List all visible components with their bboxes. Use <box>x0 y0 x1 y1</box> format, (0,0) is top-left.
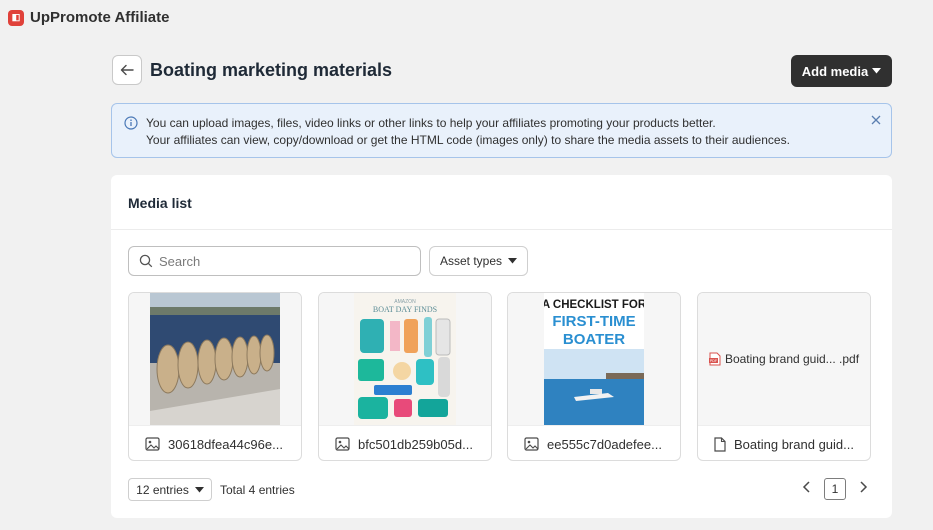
media-list-title: Media list <box>128 195 192 211</box>
first-time-boater-image: A CHECKLIST FOR FIRST-TIME BOATER <box>544 293 644 425</box>
media-item-name: bfc501db259b05d... <box>358 436 473 452</box>
info-banner: You can upload images, files, video link… <box>111 103 892 158</box>
search-field[interactable] <box>128 246 421 276</box>
media-item-name: ee555c7d0adefee... <box>547 436 662 452</box>
media-thumbnail[interactable] <box>129 293 301 425</box>
add-media-label: Add media <box>801 63 869 79</box>
total-entries-text: Total 4 entries <box>220 483 295 497</box>
pdf-file-name: Boating brand guid... .pdf <box>724 352 860 366</box>
divider <box>111 229 892 230</box>
info-icon <box>124 116 138 130</box>
search-input[interactable] <box>159 253 399 269</box>
arrow-left-icon <box>120 64 134 76</box>
asset-types-label: Asset types <box>439 254 503 268</box>
file-icon <box>714 436 726 452</box>
search-icon <box>139 254 153 268</box>
media-item[interactable]: AMAZON BOAT DAY FINDS bfc501db259b05d... <box>318 292 492 461</box>
banner-text-line-2: Your affiliates can view, copy/download … <box>146 133 790 147</box>
media-thumbnail[interactable]: PDF Boating brand guid... .pdf <box>698 293 870 425</box>
media-item-name-row: 30618dfea44c96e... <box>129 425 301 460</box>
page-title: Boating marketing materials <box>150 60 393 80</box>
asset-types-dropdown[interactable]: Asset types <box>429 246 528 276</box>
media-item-name-row: ee555c7d0adefee... <box>508 425 680 460</box>
svg-text:PDF: PDF <box>710 359 718 363</box>
caret-down-icon <box>872 68 882 74</box>
uppromote-logo-icon: ◧ <box>8 9 24 26</box>
media-thumbnail[interactable]: A CHECKLIST FOR FIRST-TIME BOATER <box>508 293 680 425</box>
thumb-text-first-time: FIRST-TIME <box>552 313 635 330</box>
add-media-button[interactable]: Add media <box>791 55 892 87</box>
image-icon <box>145 437 160 451</box>
media-item[interactable]: PDF Boating brand guid... .pdf Boating b… <box>697 292 871 461</box>
media-thumbnail[interactable]: AMAZON BOAT DAY FINDS <box>319 293 491 425</box>
boat-fenders-image <box>150 293 280 425</box>
thumb-text-boater: BOATER <box>563 331 625 348</box>
app-title: UpPromote Affiliate <box>30 9 170 26</box>
thumb-text-checklist: A CHECKLIST FOR <box>544 299 644 311</box>
caret-down-icon <box>194 486 204 492</box>
media-item-name: Boating brand guid... <box>734 436 854 452</box>
media-item[interactable]: 30618dfea44c96e... <box>128 292 302 461</box>
image-icon <box>335 437 350 451</box>
media-item-name: 30618dfea44c96e... <box>168 436 283 452</box>
back-button[interactable] <box>112 55 142 85</box>
app-header: ◧ UpPromote Affiliate <box>8 9 169 26</box>
chevron-left-icon[interactable] <box>801 480 813 494</box>
media-list-card: Media list Asset types <box>111 175 892 518</box>
pdf-file-label: PDF Boating brand guid... .pdf <box>708 352 860 366</box>
pdf-icon: PDF <box>708 352 721 366</box>
image-icon <box>524 437 539 451</box>
banner-text-line-1: You can upload images, files, video link… <box>146 116 716 130</box>
entries-per-page-select[interactable]: 12 entries <box>128 478 212 501</box>
caret-down-icon <box>508 258 518 264</box>
thumb-text-boat-day-finds: BOAT DAY FINDS <box>373 305 437 314</box>
page-number[interactable]: 1 <box>824 478 846 500</box>
media-item-name-row: Boating brand guid... <box>698 425 870 460</box>
close-icon[interactable] <box>870 114 882 126</box>
boat-day-finds-image: AMAZON BOAT DAY FINDS <box>354 293 456 425</box>
chevron-right-icon[interactable] <box>857 480 869 494</box>
entries-label: 12 entries <box>136 482 189 497</box>
media-item-name-row: bfc501db259b05d... <box>319 425 491 460</box>
media-item[interactable]: A CHECKLIST FOR FIRST-TIME BOATER ee555c… <box>507 292 681 461</box>
